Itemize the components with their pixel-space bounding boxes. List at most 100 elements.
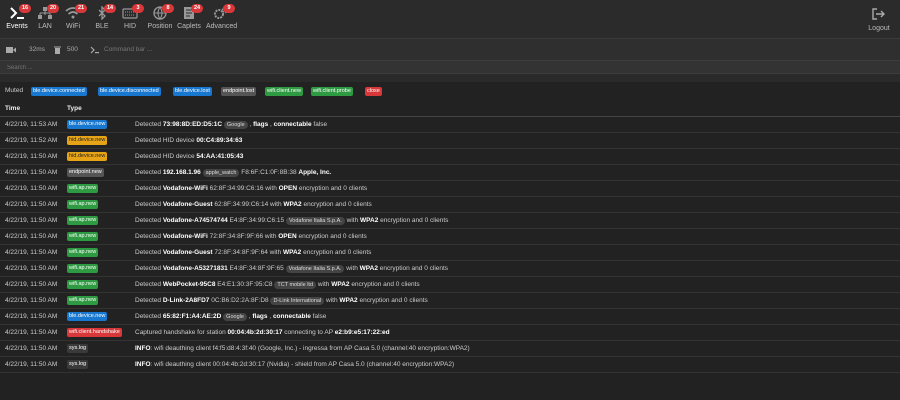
message-strong: INFO bbox=[135, 361, 151, 368]
table-row[interactable]: 4/22/19, 11:50 AM hid.device.new Detected … bbox=[0, 149, 900, 165]
event-type: wifi.ap.new bbox=[67, 184, 99, 193]
event-type-badge[interactable]: wifi.ap.new bbox=[67, 280, 99, 289]
nav-item-advanced[interactable]: 9 Advanced bbox=[206, 4, 237, 30]
message-text: Detected bbox=[135, 313, 163, 320]
table-row[interactable]: 4/22/19, 11:50 AM sys.log INFO: wifi deaut… bbox=[0, 357, 900, 373]
event-type-badge[interactable]: wifi.ap.new bbox=[67, 184, 99, 193]
event-time: 4/22/19, 11:50 AM bbox=[5, 265, 58, 272]
clear-muted-button[interactable]: close bbox=[365, 87, 382, 96]
event-type: ble.device.new bbox=[67, 312, 108, 321]
message-text: encryption and 0 clients bbox=[297, 185, 368, 192]
muted-tag[interactable]: ble.device.lost bbox=[173, 87, 212, 96]
nav-item-hid[interactable]: 3 HID bbox=[115, 4, 145, 30]
table-row[interactable]: 4/22/19, 11:50 AM endpoint.new Detected 19… bbox=[0, 165, 900, 181]
message-strong: Vodafone-WiFi bbox=[162, 185, 208, 192]
event-type-badge[interactable]: sys.log bbox=[67, 344, 89, 353]
search-input[interactable] bbox=[0, 61, 300, 74]
nav-item-wifi[interactable]: 21 WiFi bbox=[58, 4, 88, 30]
events-table: Time Type 4/22/19, 11:53 AM ble.device.ne… bbox=[0, 100, 900, 373]
column-header-time[interactable]: Time bbox=[5, 105, 20, 112]
event-time: 4/22/19, 11:50 AM bbox=[5, 169, 58, 176]
event-time: 4/22/19, 11:50 AM bbox=[5, 329, 58, 336]
event-type-badge[interactable]: wifi.ap.new bbox=[67, 200, 99, 209]
limit-dropdown[interactable]: 500 bbox=[67, 46, 78, 53]
search-bar bbox=[0, 60, 900, 74]
message-text: Detected HID device bbox=[135, 137, 197, 144]
vendor-chip: apple_watch bbox=[202, 169, 240, 177]
table-row[interactable]: 4/22/19, 11:50 AM wifi.ap.new Detected Vod… bbox=[0, 245, 900, 261]
camera-dropdown[interactable] bbox=[6, 46, 18, 56]
event-message: Detected Vodafone-A74574744 E4:8F:34:99:… bbox=[135, 217, 448, 225]
message-text: false bbox=[311, 121, 328, 128]
event-type-badge[interactable]: wifi.ap.new bbox=[67, 296, 99, 305]
column-header-type[interactable]: Type bbox=[67, 105, 82, 112]
logout-button[interactable]: Logout bbox=[864, 8, 894, 32]
message-text: Detected bbox=[135, 201, 163, 208]
event-type-badge[interactable]: wifi.ap.new bbox=[67, 232, 99, 241]
message-text: : wifi deauthing client f4:f5:d8:4:3f:40… bbox=[150, 345, 470, 352]
event-message: Detected D-Link-2A8FD7 0C:B6:D2:2A:8F:D8… bbox=[135, 297, 428, 305]
event-message: Detected Vodafone-WiFi 72:8F:34:8F:9F:66… bbox=[135, 233, 367, 240]
event-type-badge[interactable]: ble.device.new bbox=[67, 312, 108, 321]
event-type-badge[interactable]: ble.device.new bbox=[67, 120, 108, 129]
muted-tag[interactable]: ble.device.disconnected bbox=[98, 87, 161, 96]
message-text: with bbox=[324, 297, 340, 304]
table-row[interactable]: 4/22/19, 11:50 AM wifi.ap.new Detected Web… bbox=[0, 277, 900, 293]
table-row[interactable]: 4/22/19, 11:50 AM wifi.ap.new Detected Vod… bbox=[0, 213, 900, 229]
event-type: hid.device.new bbox=[67, 136, 108, 145]
nav-item-events[interactable]: 16 Events bbox=[2, 4, 32, 30]
muted-tag[interactable]: wifi.client.new bbox=[265, 87, 303, 96]
event-type-badge[interactable]: hid.device.new bbox=[67, 136, 108, 145]
message-text: encryption and 0 clients bbox=[377, 265, 449, 272]
event-type-badge[interactable]: wifi.ap.new bbox=[67, 216, 99, 225]
message-strong: WPA2 bbox=[359, 265, 378, 272]
table-row[interactable]: 4/22/19, 11:52 AM hid.device.new Detected … bbox=[0, 133, 900, 149]
nav-item-position[interactable]: 8 Position bbox=[145, 4, 175, 30]
nav-item-lan[interactable]: 20 LAN bbox=[30, 4, 60, 30]
message-strong: 00:04:4b:2d:30:17 bbox=[227, 329, 283, 336]
message-strong: WebPocket-95C8 bbox=[162, 281, 216, 288]
table-row[interactable]: 4/22/19, 11:50 AM wifi.ap.new Detected Vod… bbox=[0, 181, 900, 197]
top-nav: 16 Events 20 LAN 21 WiFi 14 BLE 3 HID 8 … bbox=[0, 0, 900, 38]
event-type-badge[interactable]: sys.log bbox=[67, 360, 89, 369]
event-message: Detected Vodafone-WiFi 62:8F:34:99:C6:16… bbox=[135, 185, 367, 192]
event-type-badge[interactable]: wifi.ap.new bbox=[67, 248, 99, 257]
nav-item-caplets[interactable]: 24 Caplets bbox=[174, 4, 204, 30]
message-strong: WPA2 bbox=[360, 217, 379, 224]
position-badge: 8 bbox=[162, 4, 174, 13]
table-row[interactable]: 4/22/19, 11:50 AM wifi.ap.new Detected Vod… bbox=[0, 229, 900, 245]
muted-tag[interactable]: wifi.client.probe bbox=[311, 87, 353, 96]
table-row[interactable]: 4/22/19, 11:50 AM wifi.ap.new Detected D-L… bbox=[0, 293, 900, 309]
table-row[interactable]: 4/22/19, 11:50 AM sys.log INFO: wifi deaut… bbox=[0, 341, 900, 357]
table-row[interactable]: 4/22/19, 11:50 AM ble.device.new Detected … bbox=[0, 309, 900, 325]
event-type: sys.log bbox=[67, 360, 89, 369]
table-row[interactable]: 4/22/19, 11:50 AM wifi.ap.new Detected Vod… bbox=[0, 261, 900, 277]
event-type-badge[interactable]: endpoint.new bbox=[67, 168, 104, 177]
vendor-chip: D-Link International bbox=[270, 297, 325, 305]
event-type: wifi.ap.new bbox=[67, 216, 99, 225]
table-row[interactable]: 4/22/19, 11:50 AM wifi.client.handshake Ca… bbox=[0, 325, 900, 341]
advanced-badge: 9 bbox=[223, 4, 235, 13]
event-type-badge[interactable]: wifi.ap.new bbox=[67, 264, 99, 273]
refresh-rate[interactable]: 32ms bbox=[29, 46, 45, 53]
nav-item-ble[interactable]: 14 BLE bbox=[87, 4, 117, 30]
divider bbox=[0, 74, 900, 82]
event-message: Detected Vodafone-Guest 62:8F:34:99:C6:1… bbox=[135, 201, 372, 208]
message-strong: WPA2 bbox=[283, 249, 302, 256]
table-row[interactable]: 4/22/19, 11:50 AM wifi.ap.new Detected Vod… bbox=[0, 197, 900, 213]
event-message: Captured handshake for station 00:04:4b:… bbox=[135, 329, 390, 336]
event-type-badge[interactable]: hid.device.new bbox=[67, 152, 108, 161]
message-text: : wifi deauthing client 00:04:4b:2d:30:1… bbox=[150, 361, 455, 368]
table-row[interactable]: 4/22/19, 11:53 AM ble.device.new Detected … bbox=[0, 117, 900, 133]
muted-tag[interactable]: ble.device.connected bbox=[31, 87, 87, 96]
message-text: with bbox=[344, 265, 360, 272]
event-type: hid.device.new bbox=[67, 152, 108, 161]
muted-tag[interactable]: endpoint.lost bbox=[221, 87, 257, 96]
command-bar-input[interactable]: Command bar ... bbox=[104, 43, 884, 57]
message-text: Detected bbox=[135, 281, 163, 288]
caplets-badge: 24 bbox=[191, 4, 204, 13]
event-type-badge[interactable]: wifi.client.handshake bbox=[67, 328, 122, 337]
message-strong: INFO bbox=[135, 345, 151, 352]
trash-icon[interactable] bbox=[54, 46, 61, 56]
wifi-badge: 21 bbox=[75, 4, 88, 13]
